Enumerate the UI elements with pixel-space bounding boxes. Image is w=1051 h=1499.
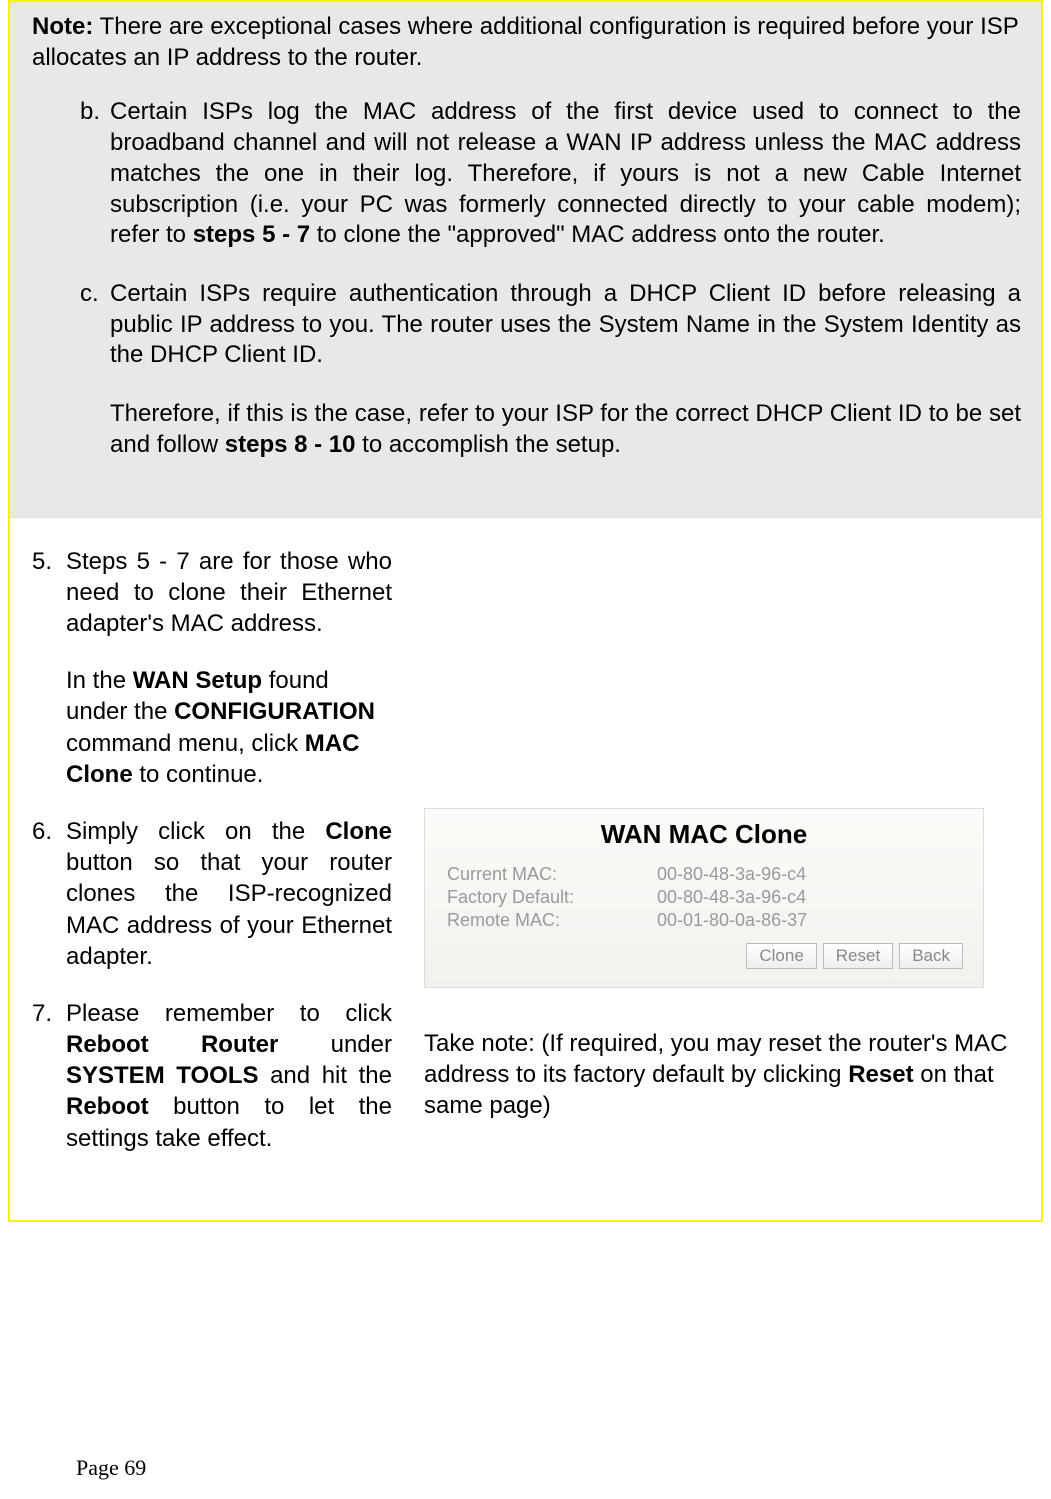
- note-intro: Note: There are exceptional cases where …: [32, 12, 1021, 73]
- note-sublist: b. Certain ISPs log the MAC address of t…: [32, 97, 1021, 460]
- current-mac-value: 00-80-48-3a-96-c4: [657, 864, 965, 885]
- page-number: Page 69: [76, 1455, 146, 1481]
- clone-button[interactable]: Clone: [746, 943, 816, 969]
- steps-column: 5. Steps 5 - 7 are for those who need to…: [32, 546, 392, 1180]
- step-7-number: 7.: [32, 998, 52, 1029]
- remote-mac-label: Remote MAC:: [447, 910, 647, 931]
- back-button[interactable]: Back: [899, 943, 963, 969]
- step-6: 6. Simply click on the Clone button so t…: [32, 816, 392, 972]
- remote-mac-value: 00-01-80-0a-86-37: [657, 910, 965, 931]
- note-item-b: b. Certain ISPs log the MAC address of t…: [110, 97, 1021, 251]
- step-5-p1: Steps 5 - 7 are for those who need to cl…: [66, 548, 392, 637]
- note-b-suffix: to clone the "approved" MAC address onto…: [310, 221, 885, 248]
- factory-default-label: Factory Default:: [447, 887, 647, 908]
- step-7: 7. Please remember to click Reboot Route…: [32, 998, 392, 1154]
- current-mac-label: Current MAC:: [447, 864, 647, 885]
- step-7-b: Reboot Router: [66, 1031, 278, 1058]
- wan-mac-clone-panel: WAN MAC Clone Current MAC: 00-80-48-3a-9…: [424, 808, 984, 988]
- step-7-e: and hit the: [259, 1062, 393, 1089]
- step-5-number: 5.: [32, 546, 52, 577]
- step-6-number: 6.: [32, 816, 52, 847]
- note-marker-c: c.: [80, 279, 99, 310]
- panel-rows: Current MAC: 00-80-48-3a-96-c4 Factory D…: [439, 864, 969, 931]
- panel-buttons: Clone Reset Back: [439, 943, 969, 969]
- step-5-p2d: CONFIGURATION: [174, 698, 375, 725]
- note-c-p1: Certain ISPs require authentication thro…: [110, 280, 1021, 368]
- body-area: 5. Steps 5 - 7 are for those who need to…: [10, 518, 1041, 1220]
- step-5-p2b: WAN Setup: [133, 667, 262, 694]
- step-6-b: Clone: [325, 818, 392, 845]
- content-frame: Note: There are exceptional cases where …: [8, 0, 1043, 1222]
- take-note-b: Reset: [848, 1061, 913, 1088]
- step-6-a: Simply click on the: [66, 818, 325, 845]
- note-c-p2-suffix: to accomplish the setup.: [355, 431, 620, 458]
- note-c-p2-bold: steps 8 - 10: [225, 431, 356, 458]
- note-label: Note:: [32, 13, 93, 40]
- step-5-p2g: to continue.: [133, 761, 264, 788]
- step-5: 5. Steps 5 - 7 are for those who need to…: [32, 546, 392, 790]
- factory-default-value: 00-80-48-3a-96-c4: [657, 887, 965, 908]
- step-7-d: SYSTEM TOOLS: [66, 1062, 259, 1089]
- note-intro-text: There are exceptional cases where additi…: [32, 13, 1018, 71]
- panel-column: WAN MAC Clone Current MAC: 00-80-48-3a-9…: [424, 546, 1021, 1180]
- step-7-f: Reboot: [66, 1093, 149, 1120]
- reset-button[interactable]: Reset: [823, 943, 893, 969]
- step-5-p2e: command menu, click: [66, 730, 305, 757]
- step-7-c: under: [278, 1031, 392, 1058]
- step-6-c: button so that your router clones the IS…: [66, 849, 392, 970]
- take-note: Take note: (If required, you may reset t…: [424, 1028, 1021, 1122]
- step-7-a: Please remember to click: [66, 1000, 392, 1027]
- note-item-c: c. Certain ISPs require authentication t…: [110, 279, 1021, 461]
- note-marker-b: b.: [80, 97, 100, 128]
- step-5-p2a: In the: [66, 667, 133, 694]
- panel-title: WAN MAC Clone: [439, 819, 969, 850]
- note-box: Note: There are exceptional cases where …: [10, 2, 1041, 518]
- note-b-bold: steps 5 - 7: [193, 221, 310, 248]
